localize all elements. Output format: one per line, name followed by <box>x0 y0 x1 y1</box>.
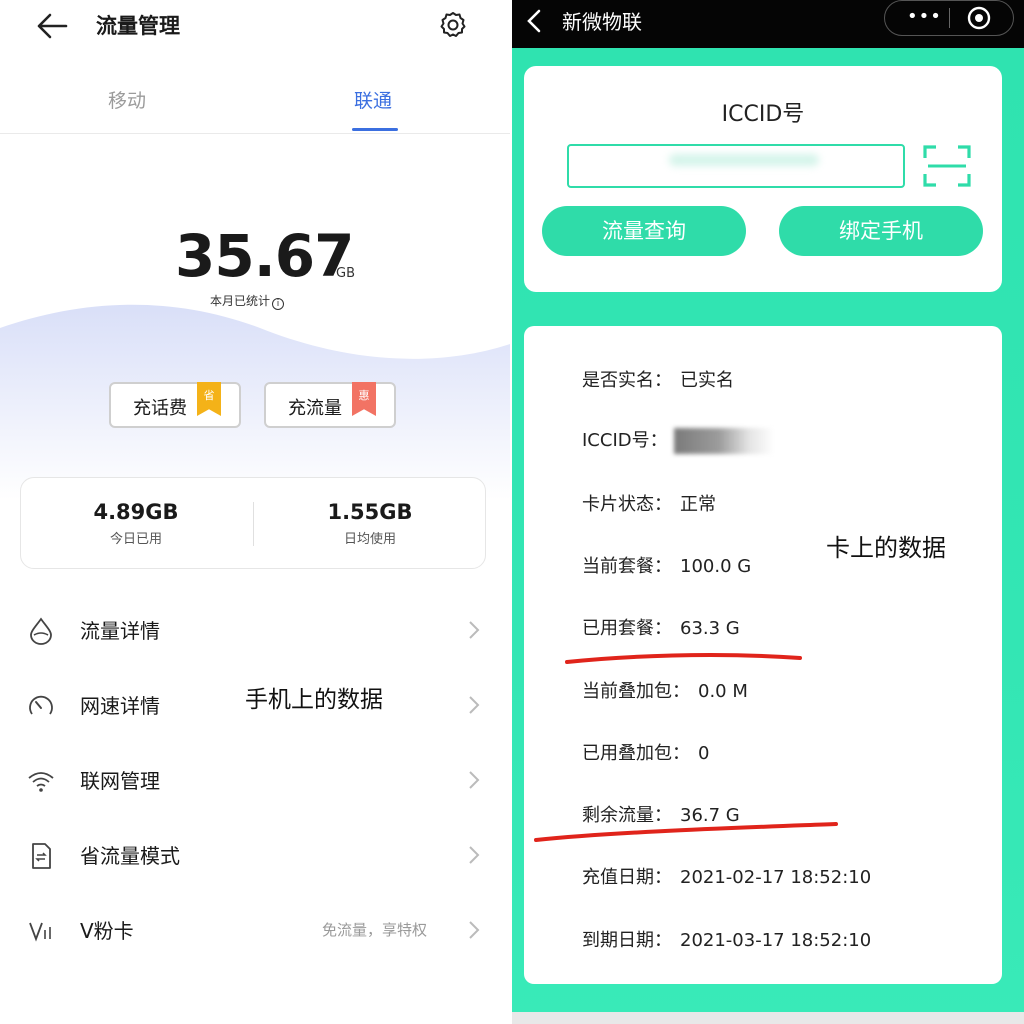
topup-data-label: 充流量 <box>288 398 342 419</box>
sim-save-icon <box>32 843 51 869</box>
row-value: 100.0 G <box>680 556 752 577</box>
carrier-tabs: 移动 联通 <box>0 78 510 134</box>
menu-label: 网速详情 <box>80 694 160 718</box>
discount-badge: 惠 <box>352 382 376 416</box>
usage-stats-card: 4.89GB 今日已用 1.55GB 日均使用 <box>20 477 486 569</box>
row-value: 2021-02-17 18:52:10 <box>680 867 872 888</box>
row-key: 已用叠加包： <box>582 743 690 764</box>
stat-divider <box>253 502 254 546</box>
menu-item-v-card[interactable]: V粉卡 免流量，享特权 <box>0 900 510 960</box>
chevron-right-icon <box>469 771 480 789</box>
page-title: 流量管理 <box>96 14 180 38</box>
menu-item-network-manage[interactable]: 联网管理 <box>0 750 510 810</box>
save-badge: 省 <box>197 382 221 416</box>
more-icon[interactable]: ••• <box>907 6 942 27</box>
row-card-status: 卡片状态： 正常 <box>582 490 716 516</box>
card-data-screen: 新微物联 ••• ICCID号 流量查询 绑定手机 是否实名： 已实名 ICCID… <box>512 0 1024 1024</box>
row-key: 卡片状态： <box>582 494 672 515</box>
drop-icon <box>30 617 52 645</box>
menu-label: 流量详情 <box>80 619 160 643</box>
row-key: ICCID号： <box>582 430 668 451</box>
tab-unicom[interactable]: 联通 <box>354 86 392 113</box>
mini-app-header: 新微物联 ••• <box>512 0 1024 48</box>
gear-icon[interactable] <box>438 10 468 40</box>
topup-call-button[interactable]: 充话费 省 <box>109 382 241 428</box>
stat-daily-avg-value: 1.55GB <box>327 500 413 524</box>
chevron-right-icon <box>469 621 480 639</box>
row-value: 63.3 G <box>680 618 740 639</box>
speedometer-icon <box>29 695 53 715</box>
close-target-icon[interactable] <box>967 6 991 30</box>
row-real-name: 是否实名： 已实名 <box>582 366 734 392</box>
row-used-addon: 已用叠加包： 0 <box>582 739 709 765</box>
chevron-right-icon <box>469 921 480 939</box>
usage-unit: GB <box>336 266 355 281</box>
iccid-query-card: ICCID号 流量查询 绑定手机 <box>524 66 1002 292</box>
row-recharge-date: 充值日期： 2021-02-17 18:52:10 <box>582 863 871 889</box>
app-title: 新微物联 <box>562 10 642 34</box>
row-current-plan: 当前套餐： 100.0 G <box>582 552 751 578</box>
header-bar: 流量管理 <box>0 0 510 52</box>
mini-app-capsule: ••• <box>884 0 1014 36</box>
topup-data-button[interactable]: 充流量 惠 <box>264 382 396 428</box>
underline-annotation-remaining <box>534 822 838 842</box>
underline-annotation-used <box>565 653 802 664</box>
wifi-icon <box>28 772 54 792</box>
v-card-icon <box>29 922 51 942</box>
iccid-input[interactable] <box>567 144 905 188</box>
row-current-addon: 当前叠加包： 0.0 M <box>582 677 748 703</box>
row-iccid: ICCID号： <box>582 426 774 454</box>
stat-today-label: 今日已用 <box>109 532 162 547</box>
tab-mobile[interactable]: 移动 <box>108 86 146 113</box>
row-value: 已实名 <box>680 370 734 391</box>
row-key: 是否实名： <box>582 370 672 391</box>
menu-sub-label: 免流量，享特权 <box>322 921 428 939</box>
redacted-iccid <box>669 154 819 166</box>
menu-item-traffic-detail[interactable]: 流量详情 <box>0 600 510 660</box>
menu-label: V粉卡 <box>80 919 134 943</box>
row-key: 已用套餐： <box>582 618 672 639</box>
bind-phone-button[interactable]: 绑定手机 <box>779 206 983 256</box>
redacted-iccid-value <box>673 428 774 454</box>
iccid-title: ICCID号 <box>721 102 805 127</box>
stat-today-value: 4.89GB <box>93 500 179 524</box>
bottom-edge <box>512 1012 1024 1024</box>
stat-daily-avg-label: 日均使用 <box>343 532 396 547</box>
row-key: 当前套餐： <box>582 556 672 577</box>
chevron-right-icon <box>469 696 480 714</box>
row-used-plan: 已用套餐： 63.3 G <box>582 614 740 640</box>
query-traffic-button[interactable]: 流量查询 <box>542 206 746 256</box>
annotation-phone-data: 手机上的数据 <box>245 687 383 713</box>
usage-subtitle[interactable]: 本月已统计 i <box>210 292 285 310</box>
row-value: 2021-03-17 18:52:10 <box>680 930 872 951</box>
row-key: 充值日期： <box>582 867 672 888</box>
capsule-divider <box>949 8 950 28</box>
back-arrow-icon[interactable] <box>36 12 68 40</box>
scan-icon[interactable] <box>922 142 972 190</box>
menu-label: 联网管理 <box>80 769 160 793</box>
info-icon[interactable]: i <box>272 298 285 310</box>
wave-background <box>0 304 510 500</box>
row-key: 当前叠加包： <box>582 681 690 702</box>
stat-daily-avg: 1.55GB 日均使用 <box>255 500 485 547</box>
row-value: 0 <box>698 743 710 764</box>
back-chevron-icon[interactable] <box>524 8 544 34</box>
phone-traffic-screen: 流量管理 移动 联通 35.67 GB 本月已统计i 充话费 省 充流量 惠 <box>0 0 510 1024</box>
row-value: 正常 <box>680 494 716 515</box>
topup-call-label: 充话费 <box>133 398 187 419</box>
usage-subtitle-text: 本月已统计 <box>210 294 271 308</box>
chevron-right-icon <box>469 846 480 864</box>
row-value: 0.0 M <box>698 681 748 702</box>
annotation-card-data: 卡上的数据 <box>826 534 946 562</box>
card-info-panel: 是否实名： 已实名 ICCID号： 卡片状态： 正常 当前套餐： 100.0 G 已用… <box>524 326 1002 984</box>
row-expiry-date: 到期日期： 2021-03-17 18:52:10 <box>582 926 871 952</box>
menu-item-data-saver[interactable]: 省流量模式 <box>0 825 510 885</box>
menu-label: 省流量模式 <box>80 844 180 868</box>
row-key: 到期日期： <box>582 930 672 951</box>
usage-value: 35.67 <box>175 222 354 290</box>
active-tab-indicator <box>352 128 398 131</box>
stat-today: 4.89GB 今日已用 <box>21 500 251 547</box>
